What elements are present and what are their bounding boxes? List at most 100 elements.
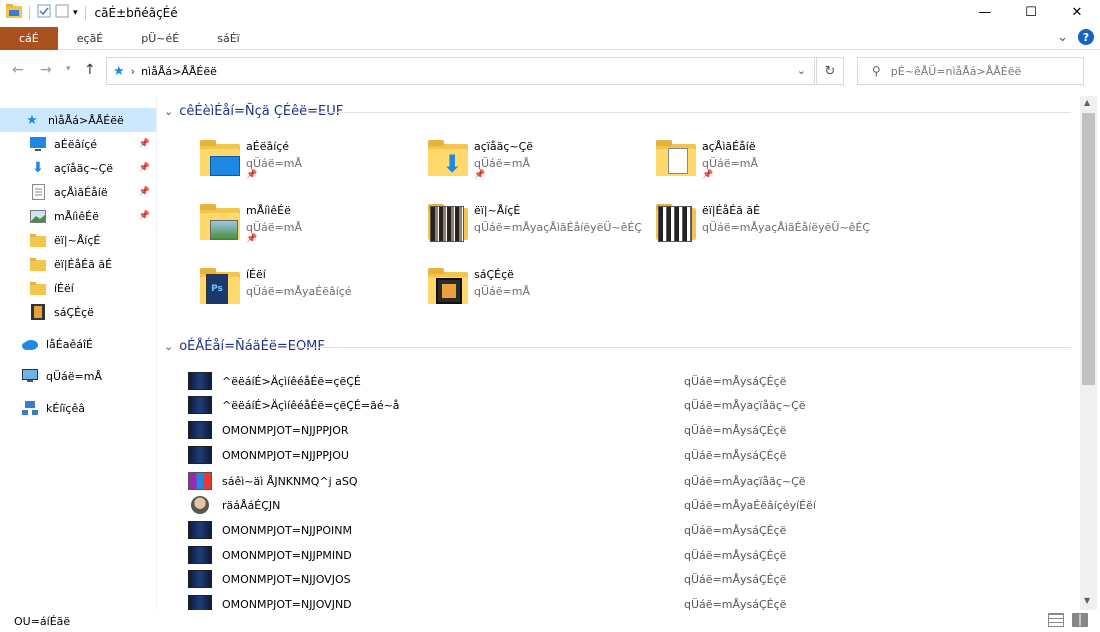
tile-videos[interactable]: sáÇÉçë qÜáë=mÅ bbox=[426, 264, 646, 314]
sidebar-item-folder-1[interactable]: ëï|~ÅíçÉ bbox=[0, 228, 156, 252]
forward-arrow-icon[interactable]: → bbox=[40, 62, 52, 78]
sidebar-item-network[interactable]: kÉíïçêâ bbox=[0, 396, 156, 420]
expand-ribbon-icon[interactable]: ⌄ bbox=[1057, 30, 1068, 45]
tile-downloads[interactable]: ⬇ açïåäç~Çë qÜáë=mÅ 📌 bbox=[426, 136, 646, 186]
network-icon bbox=[22, 400, 38, 416]
tile-location: qÜáë=mÅyaçÅìãÉåíëyëÜ~êÉÇ bbox=[702, 221, 871, 234]
list-item[interactable]: ^ëëáíÉ>ÄçìíêéåÉë=çëÇÉ=ãé~å qÜáë=mÅyaçïåä… bbox=[188, 394, 1068, 416]
title-bar: ▾ cãÉ±bñéãçÉé — ☐ ✕ bbox=[0, 0, 1100, 25]
documents-icon bbox=[30, 184, 46, 200]
list-item[interactable]: OMONMPJOT=NJJPPJOR qÜáë=mÅysáÇÉçë bbox=[188, 419, 1068, 441]
sidebar-item-documents[interactable]: açÅìãÉåíë 📌 bbox=[0, 180, 156, 204]
pin-icon[interactable]: 📌 bbox=[139, 211, 150, 221]
pictures-icon bbox=[30, 208, 46, 224]
new-folder-icon[interactable] bbox=[55, 4, 69, 21]
search-input[interactable] bbox=[890, 64, 1071, 78]
list-item[interactable]: räáÅáÉÇJN qÜáë=mÅyaÉëâíçéyíÉëí bbox=[188, 494, 1068, 516]
tab-share[interactable]: pÜ~éÉ bbox=[122, 27, 198, 50]
item-count: OU=áíÉãë bbox=[14, 614, 71, 628]
sidebar-item-this-pc[interactable]: qÜáë=mÅ bbox=[0, 364, 156, 388]
collapse-chevron-icon[interactable]: ⌄ bbox=[164, 340, 173, 353]
sidebar-item-folder-2[interactable]: ëï|ÉåÉã ãÉ bbox=[0, 252, 156, 276]
maximize-button[interactable]: ☐ bbox=[1008, 0, 1054, 25]
file-location: qÜáë=mÅysáÇÉçë bbox=[684, 548, 787, 562]
vertical-scrollbar[interactable]: ▲ ▼ bbox=[1080, 96, 1097, 610]
refresh-button[interactable]: ↻ bbox=[816, 57, 844, 85]
videos-icon bbox=[30, 304, 46, 320]
tile-documents[interactable]: açÅìãÉåíë qÜáë=mÅ 📌 bbox=[654, 136, 874, 186]
list-item[interactable]: sáêì~äì ÅJNKNMQ^j aSQ qÜáë=mÅyaçïåäç~Çë bbox=[188, 470, 1068, 492]
file-name: räáÅáÉÇJN bbox=[222, 498, 281, 512]
scroll-up-arrow-icon[interactable]: ▲ bbox=[1084, 98, 1090, 107]
refresh-icon: ↻ bbox=[824, 63, 836, 79]
collapse-chevron-icon[interactable]: ⌄ bbox=[164, 105, 173, 118]
address-bar[interactable]: ★ › nìåÅá>ÅÅÉëë ⌄ bbox=[106, 57, 815, 85]
large-icons-view-icon[interactable] bbox=[1072, 613, 1088, 627]
up-arrow-icon[interactable]: ↑ bbox=[84, 62, 96, 78]
pin-icon[interactable]: 📌 bbox=[139, 187, 150, 197]
sidebar-item-pictures[interactable]: mÅíìêÉë 📌 bbox=[0, 204, 156, 228]
tab-view[interactable]: sáÉï bbox=[198, 27, 258, 50]
tile-folder-2[interactable]: ëï|ÉåÉã ãÉ qÜáë=mÅyaçÅìãÉåíëyëÜ~êÉÇ bbox=[654, 200, 884, 250]
file-location: qÜáë=mÅysáÇÉçë bbox=[684, 374, 787, 388]
details-view-icon[interactable] bbox=[1048, 613, 1064, 627]
sidebar-item-onedrive[interactable]: låÉaêáîÉ bbox=[0, 332, 156, 356]
list-item[interactable]: OMONMPJOT=NJJOVJND qÜáë=mÅysáÇÉçë bbox=[188, 593, 1068, 610]
video-file-icon bbox=[188, 372, 212, 390]
archive-file-icon bbox=[188, 472, 212, 490]
sidebar-item-folder-test[interactable]: íÉëí bbox=[0, 276, 156, 300]
pin-icon: 📌 bbox=[246, 234, 258, 244]
recent-locations-icon[interactable]: ▾ bbox=[66, 64, 71, 74]
ribbon-tabs: cáÉ eçãÉ pÜ~éÉ sáÉï ⌄ ? bbox=[0, 26, 1100, 50]
pin-icon[interactable]: 📌 bbox=[139, 163, 150, 173]
tile-name: sáÇÉçë bbox=[474, 268, 514, 281]
breadcrumb-location[interactable]: nìåÅá>ÅÅÉëë bbox=[141, 65, 217, 78]
list-item[interactable]: ^ëëáíÉ>ÄçìíêéåÉë=çëÇÉ qÜáë=mÅysáÇÉçë bbox=[188, 370, 1068, 392]
close-button[interactable]: ✕ bbox=[1054, 0, 1100, 25]
tab-home[interactable]: eçãÉ bbox=[58, 27, 123, 50]
desktop-folder-icon bbox=[198, 136, 244, 182]
image-folder-icon bbox=[426, 200, 472, 246]
list-item[interactable]: OMONMPJOT=NJJPPJOU qÜáë=mÅysáÇÉçë bbox=[188, 444, 1068, 466]
sidebar-item-downloads[interactable]: ⬇ açïåäç~Çë 📌 bbox=[0, 156, 156, 180]
scroll-down-arrow-icon[interactable]: ▼ bbox=[1084, 596, 1090, 605]
scrollbar-thumb[interactable] bbox=[1082, 113, 1095, 385]
minimize-button[interactable]: — bbox=[962, 0, 1008, 25]
sidebar-item-label: aÉëâíçé bbox=[54, 137, 98, 151]
list-item[interactable]: OMONMPJOT=NJJOVJOS qÜáë=mÅysáÇÉçë bbox=[188, 568, 1068, 590]
group-divider bbox=[316, 112, 1071, 113]
sidebar-item-label: açÅìãÉåíë bbox=[54, 185, 108, 199]
tile-desktop[interactable]: aÉëâíçé qÜáë=mÅ 📌 bbox=[198, 136, 418, 186]
list-item[interactable]: OMONMPJOT=NJJPMIND qÜáë=mÅysáÇÉçë bbox=[188, 544, 1068, 566]
download-icon: ⬇ bbox=[32, 160, 44, 176]
navigation-pane: ★ nìåÅá>ÅÅÉëë aÉëâíçé 📌 ⬇ açïåäç~Çë 📌 aç… bbox=[0, 96, 157, 610]
tile-test[interactable]: Ps íÉëí qÜáë=mÅyaÉëâíçé bbox=[198, 264, 418, 314]
breadcrumb-chevron-icon[interactable]: › bbox=[131, 65, 135, 78]
sidebar-item-videos[interactable]: sáÇÉçë bbox=[0, 300, 156, 324]
tile-folder-1[interactable]: ëï|~ÅíçÉ qÜáë=mÅyaçÅìãÉåíëyëÜ~êÉÇ bbox=[426, 200, 656, 250]
customize-qat-icon[interactable]: ▾ bbox=[73, 8, 78, 18]
help-icon[interactable]: ? bbox=[1078, 29, 1094, 45]
tile-pictures[interactable]: mÅíìêÉë qÜáë=mÅ 📌 bbox=[198, 200, 418, 250]
tab-file[interactable]: cáÉ bbox=[0, 26, 58, 50]
star-icon: ★ bbox=[113, 63, 125, 79]
back-arrow-icon[interactable]: ← bbox=[12, 62, 24, 78]
video-file-icon bbox=[188, 421, 212, 439]
download-folder-icon: ⬇ bbox=[426, 136, 472, 182]
sidebar-item-label: mÅíìêÉë bbox=[54, 209, 99, 223]
sidebar-item-quick-access[interactable]: ★ nìåÅá>ÅÅÉëë bbox=[0, 108, 156, 132]
desktop-icon bbox=[30, 136, 46, 152]
tile-location: qÜáë=mÅ bbox=[246, 157, 302, 170]
list-item[interactable]: OMONMPJOT=NJJPOINM qÜáë=mÅysáÇÉçë bbox=[188, 519, 1068, 541]
search-box[interactable]: ⚲ bbox=[857, 57, 1084, 85]
sidebar-item-label: íÉëí bbox=[54, 281, 74, 295]
properties-icon[interactable] bbox=[37, 4, 51, 21]
documents-folder-icon bbox=[654, 136, 700, 182]
tile-location: qÜáë=mÅ bbox=[474, 157, 530, 170]
sidebar-item-desktop[interactable]: aÉëâíçé 📌 bbox=[0, 132, 156, 156]
pin-icon[interactable]: 📌 bbox=[139, 139, 150, 149]
address-dropdown-icon[interactable]: ⌄ bbox=[797, 64, 806, 77]
toolbar-divider bbox=[29, 5, 30, 20]
file-name: OMONMPJOT=NJJPMIND bbox=[222, 548, 352, 562]
image-folder-icon bbox=[654, 200, 700, 246]
